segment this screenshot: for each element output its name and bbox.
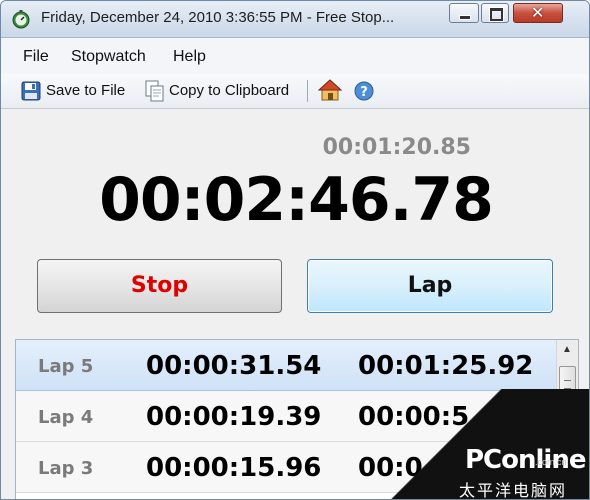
- maximize-icon: [490, 8, 503, 21]
- menu-stopwatch[interactable]: Stopwatch: [71, 48, 146, 66]
- watermark-chinese: 太平洋电脑网: [459, 481, 568, 500]
- close-icon: ✕: [531, 3, 545, 22]
- lap-name: Lap 3: [38, 458, 94, 479]
- scroll-up-arrow-icon[interactable]: ▲: [559, 342, 575, 358]
- lap-cumulative-time: 00:01:25.92: [358, 351, 534, 381]
- lap-split-time: 00:00:15.96: [146, 453, 322, 483]
- watermark: PConline .com.cn 太平洋电脑网: [379, 389, 589, 499]
- menu-help[interactable]: Help: [173, 48, 206, 66]
- help-icon: ?: [354, 81, 374, 101]
- lap-name: Lap 5: [38, 356, 94, 377]
- stopwatch-display: 00:01:20.85 00:02:46.78 Stop Lap: [1, 109, 589, 335]
- lap-split-time: 00:00:31.54: [146, 351, 322, 381]
- svg-text:?: ?: [360, 85, 368, 100]
- watermark-brand: PConline: [465, 445, 586, 475]
- copy-to-clipboard-label: Copy to Clipboard: [169, 82, 290, 99]
- maximize-button[interactable]: [481, 3, 509, 23]
- save-to-file-label: Save to File: [46, 82, 126, 99]
- lap-button[interactable]: Lap: [307, 259, 553, 313]
- close-button[interactable]: ✕: [513, 3, 563, 23]
- current-lap-time: 00:01:20.85: [322, 135, 471, 160]
- toolbar-separator: [307, 80, 308, 102]
- copy-icon: [145, 80, 164, 102]
- title-bar[interactable]: Friday, December 24, 2010 3:36:55 PM - F…: [1, 1, 589, 38]
- save-to-file-button[interactable]: Save to File: [21, 79, 131, 103]
- home-icon: [318, 79, 342, 101]
- minimize-button[interactable]: [449, 3, 479, 23]
- app-window: Friday, December 24, 2010 3:36:55 PM - F…: [0, 0, 590, 500]
- lap-split-time: 00:00:19.39: [146, 402, 322, 432]
- list-item[interactable]: Lap 5 00:00:31.54 00:01:25.92: [16, 340, 556, 391]
- grip-icon: [564, 380, 571, 389]
- copy-to-clipboard-button[interactable]: Copy to Clipboard: [145, 79, 295, 103]
- floppy-disk-icon: [21, 81, 41, 101]
- minimize-icon: [459, 15, 471, 20]
- help-button[interactable]: ?: [354, 79, 376, 103]
- toolbar: Save to File Copy to Clipboard ?: [1, 74, 589, 109]
- lap-name: Lap 4: [38, 407, 94, 428]
- total-elapsed-time: 00:02:46.78: [99, 165, 494, 235]
- menu-bar: File Stopwatch Help: [1, 38, 589, 74]
- home-button[interactable]: [318, 79, 342, 103]
- menu-file[interactable]: File: [23, 48, 49, 66]
- window-title: Friday, December 24, 2010 3:36:55 PM - F…: [41, 9, 395, 26]
- stopwatch-app-icon: [12, 10, 30, 29]
- watermark-domain: .com.cn: [535, 457, 567, 467]
- stop-button[interactable]: Stop: [37, 259, 282, 313]
